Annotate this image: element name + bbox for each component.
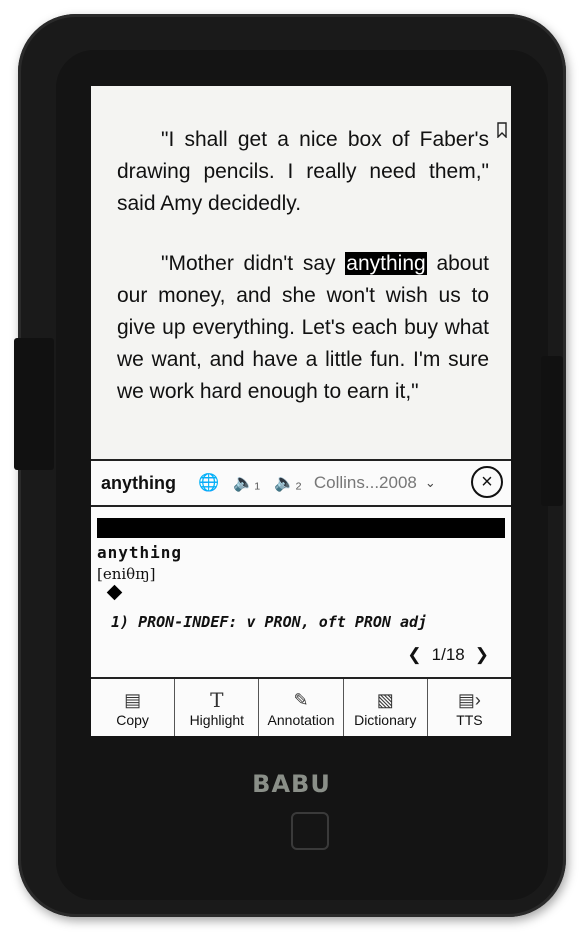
copy-icon: ▤	[124, 690, 142, 710]
chevron-down-icon[interactable]: ⌄	[425, 475, 436, 491]
speaker-1-icon[interactable]: 🔈₁	[233, 473, 260, 493]
paragraph: "Mother didn't say anything about our mo…	[117, 252, 490, 403]
right-page-button[interactable]	[541, 356, 563, 506]
left-page-button[interactable]	[14, 338, 54, 470]
definition-pager: ❮ 1/18 ❯	[407, 645, 489, 665]
dictionary-button[interactable]: ▧ Dictionary	[344, 679, 428, 736]
close-icon[interactable]: ×	[471, 466, 503, 498]
annotation-icon: ✎	[293, 690, 309, 710]
paragraph: "I shall get a nice box of Faber's drawi…	[117, 128, 489, 215]
copy-button[interactable]: ▤ Copy	[91, 679, 176, 736]
eink-screen: "I shall get a nice box of Faber's drawi…	[91, 86, 511, 736]
page-indicator: 1/18	[431, 645, 465, 664]
diamond-bullet-icon	[106, 584, 123, 601]
pronunciation: [eniθɪŋ]	[97, 565, 156, 583]
prev-page-icon[interactable]: ❮	[407, 645, 421, 665]
highlight-button[interactable]: T Highlight	[175, 679, 260, 736]
dictionary-header: anything 🌐 🔈₁ 🔈₂ Collins...2008 ⌄ ×	[91, 461, 511, 507]
bookmark-icon[interactable]	[497, 122, 507, 138]
web-search-icon[interactable]: 🌐	[198, 473, 219, 493]
headword: anything	[97, 543, 183, 562]
selection-toolbar: ▤ Copy T Highlight ✎ Annotation ▧ Dictio…	[91, 677, 511, 736]
highlight-icon: T	[210, 688, 224, 712]
definition-line: 1) PRON-INDEF: v PRON, oft PRON adj	[111, 613, 428, 631]
brand-logo: BABU	[252, 770, 331, 798]
divider-bar	[97, 518, 505, 538]
dictionary-source-select[interactable]: Collins...2008	[314, 473, 417, 493]
tts-icon: ▤›	[457, 690, 481, 710]
annotation-button[interactable]: ✎ Annotation	[259, 679, 344, 736]
book-text: "I shall get a nice box of Faber's drawi…	[117, 124, 489, 436]
speaker-2-icon[interactable]: 🔈₂	[274, 473, 302, 493]
tts-button[interactable]: ▤› TTS	[428, 679, 511, 736]
lookup-word: anything	[101, 472, 176, 493]
home-button[interactable]	[291, 812, 329, 850]
dictionary-popup: anything 🌐 🔈₁ 🔈₂ Collins...2008 ⌄ × anyt…	[91, 459, 511, 736]
next-page-icon[interactable]: ❯	[475, 645, 489, 665]
dictionary-icon: ▧	[376, 690, 394, 710]
selected-word[interactable]: anything	[345, 252, 427, 275]
